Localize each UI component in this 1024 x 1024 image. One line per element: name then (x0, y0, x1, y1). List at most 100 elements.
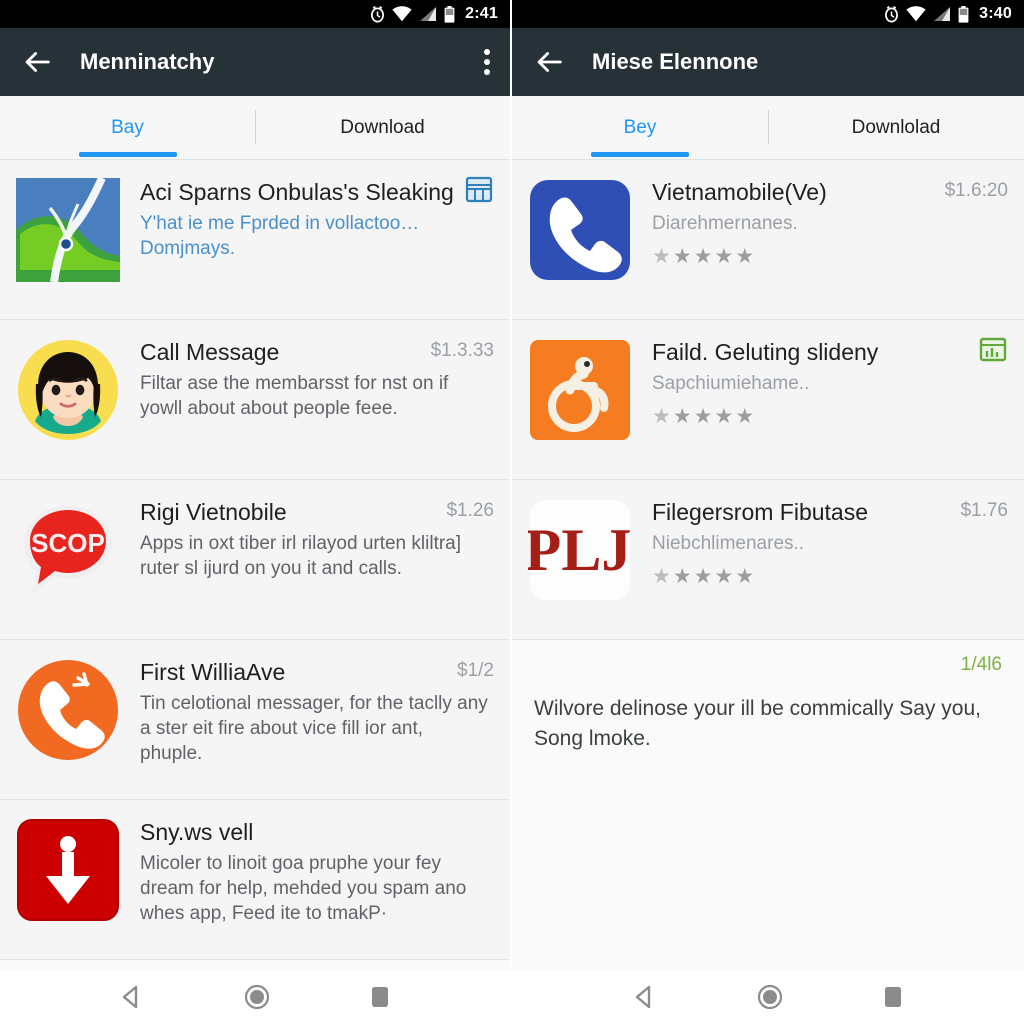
tab-download-label: Download (340, 116, 425, 138)
list-item-subtitle: Apps in oxt tiber irl rilayod urten klil… (140, 533, 462, 580)
scop-bubble-icon: SCOP (16, 498, 120, 602)
back-nav-icon[interactable] (119, 984, 145, 1010)
list-item[interactable]: Aci Sparns Onbulas's Sleaking Y'hat ie m… (0, 160, 510, 320)
signal-icon (420, 7, 437, 21)
page-title: Miese Elennone (592, 49, 759, 74)
tab-bar: Bay Download (0, 96, 510, 160)
dual-screenshot-container: 2:41 Menninatchy Bay Download Aci Sparns… (0, 0, 1024, 1024)
wifi-icon (392, 6, 412, 22)
app-list: Vietnamobile(Ve) Diarehmernanes. ★ ★ ★ ★… (512, 160, 1024, 970)
alarm-icon (371, 5, 385, 22)
list-item[interactable]: First WilliaAve Tin celotional messager,… (0, 640, 510, 800)
star-icon: ★ (735, 245, 755, 269)
tab-bar: Bey Downlolad (512, 96, 1024, 160)
tab-bay[interactable]: Bay (0, 96, 255, 159)
star-icon: ★ (652, 565, 671, 589)
star-icon: ★ (672, 565, 692, 589)
list-item-subtitle-2: Domjmays. (140, 238, 236, 260)
wifi-icon (906, 6, 926, 22)
app-list: Aci Sparns Onbulas's Sleaking Y'hat ie m… (0, 160, 510, 970)
list-item-subtitle: Y'hat ie me Fprded in vollactoo… (140, 213, 420, 235)
page-title: Menninatchy (80, 49, 215, 74)
list-item-title: Sny.ws vell (140, 819, 254, 845)
list-item-price: $1/2 (457, 660, 494, 681)
list-item[interactable]: SCOP Rigi Vietnobile Apps in oxt tiber i… (0, 480, 510, 640)
status-time: 3:40 (979, 5, 1012, 22)
list-item-price: $1.3.33 (430, 340, 494, 361)
orange-phone-icon (16, 658, 120, 762)
star-icon: ★ (693, 245, 713, 269)
status-bar: 3:40 (512, 0, 1024, 28)
recents-nav-icon[interactable] (882, 984, 904, 1010)
list-item-body: Sny.ws vell Micoler to linoit goa pruphe… (140, 818, 494, 926)
list-item[interactable]: Call Message Filtar ase the membarsst fo… (0, 320, 510, 480)
list-item-title: Aci Sparns Onbulas's Sleaking (140, 179, 454, 205)
notice-count: 1/4l6 (960, 654, 1002, 675)
status-bar: 2:41 (0, 0, 510, 28)
list-item-title: Filegersrom Fibutase (652, 499, 869, 525)
star-icon: ★ (693, 565, 713, 589)
star-icon: ★ (672, 405, 692, 429)
signal-icon (934, 7, 951, 21)
list-item-price: $1.76 (960, 500, 1008, 521)
star-icon: ★ (672, 245, 692, 269)
svg-text:PLJ: PLJ (528, 517, 631, 583)
list-item-subtitle: Tin celotional messager, for the taclly … (140, 693, 488, 765)
map-terrain-icon (16, 178, 120, 282)
rating-stars: ★ ★ ★ ★ ★ (652, 246, 1002, 267)
tab-downlolad[interactable]: Downlolad (768, 96, 1024, 159)
list-item[interactable]: Vietnamobile(Ve) Diarehmernanes. ★ ★ ★ ★… (512, 160, 1024, 320)
rating-stars: ★ ★ ★ ★ ★ (652, 566, 1002, 587)
star-icon: ★ (735, 405, 755, 429)
list-item-body: First WilliaAve Tin celotional messager,… (140, 658, 494, 766)
app-bar: Miese Elennone (512, 28, 1024, 96)
list-item[interactable]: Faild. Geluting slideny Sapchiumiehame..… (512, 320, 1024, 480)
left-phone-screen: 2:41 Menninatchy Bay Download Aci Sparns… (0, 0, 512, 1024)
back-arrow-icon[interactable] (532, 45, 566, 79)
green-chart-badge-icon (979, 337, 1007, 362)
star-icon: ★ (735, 565, 755, 589)
list-item-body: Faild. Geluting slideny Sapchiumiehame..… (652, 338, 1008, 427)
svg-text:SCOP: SCOP (31, 528, 105, 558)
list-item-body: Aci Sparns Onbulas's Sleaking Y'hat ie m… (140, 178, 494, 261)
star-icon: ★ (714, 405, 734, 429)
star-icon: ★ (714, 245, 734, 269)
red-download-icon (16, 818, 120, 922)
list-item[interactable]: PLJ Filegersrom Fibutase Niebchlimenares… (512, 480, 1024, 640)
back-nav-icon[interactable] (632, 984, 658, 1010)
list-item-price: $1.6:20 (944, 180, 1008, 201)
android-nav-bar (512, 970, 1024, 1024)
list-item-title: First WilliaAve (140, 659, 286, 685)
woman-avatar-icon (16, 338, 120, 442)
app-bar: Menninatchy (0, 28, 510, 96)
tab-download[interactable]: Download (255, 96, 510, 159)
home-nav-icon[interactable] (757, 984, 783, 1010)
list-item-body: Filegersrom Fibutase Niebchlimenares.. ★… (652, 498, 1008, 587)
pl-letters-icon: PLJ (528, 498, 632, 602)
alarm-icon (885, 5, 899, 22)
notice-text: Wilvore delinose your ill be commically … (534, 697, 981, 750)
tab-bey[interactable]: Bey (512, 96, 768, 159)
list-item-subtitle: Niebchlimenares.. (652, 533, 805, 555)
rating-stars: ★ ★ ★ ★ ★ (652, 406, 1002, 427)
notice-block: 1/4l6 Wilvore delinose your ill be commi… (512, 640, 1024, 790)
list-item-subtitle: Micoler to linoit goa pruphe your fey dr… (140, 853, 467, 925)
star-icon: ★ (652, 405, 671, 429)
star-icon: ★ (652, 245, 671, 269)
recents-nav-icon[interactable] (369, 984, 391, 1010)
tab-bey-label: Bey (623, 116, 657, 138)
star-icon: ★ (714, 565, 734, 589)
list-item-body: Rigi Vietnobile Apps in oxt tiber irl ri… (140, 498, 494, 581)
list-item-subtitle: Diarehmernanes. (652, 213, 798, 235)
back-arrow-icon[interactable] (20, 45, 54, 79)
overflow-menu-icon[interactable] (484, 49, 490, 75)
star-icon: ★ (693, 405, 713, 429)
list-item-title: Rigi Vietnobile (140, 499, 287, 525)
blue-grid-badge-icon (465, 176, 493, 203)
orange-accessibility-icon (528, 338, 632, 442)
list-item[interactable]: Sny.ws vell Micoler to linoit goa pruphe… (0, 800, 510, 960)
list-item-price: $1.26 (446, 500, 494, 521)
android-nav-bar (0, 970, 510, 1024)
battery-icon (958, 5, 969, 23)
home-nav-icon[interactable] (244, 984, 270, 1010)
